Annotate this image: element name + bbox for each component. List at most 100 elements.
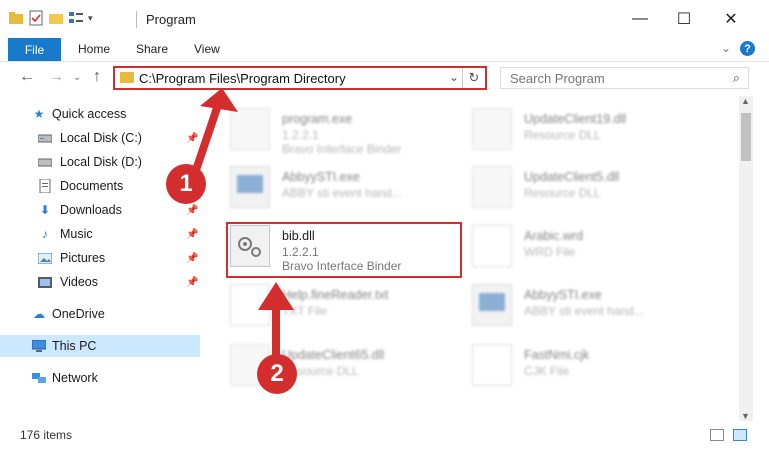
minimize-button[interactable]: — <box>630 10 650 28</box>
tab-home[interactable]: Home <box>78 42 110 56</box>
expand-ribbon-icon[interactable]: ⌄ <box>721 41 731 55</box>
file-type: TXT File <box>282 304 328 318</box>
navigation-bar: ← → ⌄ ↑ C:\Program Files\Program Directo… <box>0 62 769 94</box>
chevron-down-icon[interactable]: ⌄ <box>449 70 459 84</box>
file-name: AbbyySTI.exe <box>524 288 602 302</box>
toolbar-dropdown-icon[interactable]: ▾ <box>88 13 93 24</box>
list-item[interactable]: UpdateClient19.dll Resource DLL <box>472 106 702 152</box>
highlight-box <box>226 222 462 278</box>
file-name: UpdateClient65.dll <box>282 348 385 362</box>
sidebar-item-music[interactable]: ♪ Music 📌 <box>0 223 200 245</box>
pin-icon[interactable]: 📌 <box>186 277 198 288</box>
details-view-button[interactable] <box>710 429 724 441</box>
file-name: UpdateClient19.dll <box>524 112 627 126</box>
navigation-pane: ★ Quick access Local Disk (C:) 📌 Local D… <box>0 96 200 421</box>
file-name: UpdateClient5.dll <box>524 170 620 184</box>
file-type: WRD File <box>524 245 576 259</box>
search-icon[interactable]: ⌕ <box>733 70 740 86</box>
tab-file[interactable]: File <box>8 38 61 61</box>
address-path: C:\Program Files\Program Directory <box>139 71 346 86</box>
large-icons-view-button[interactable] <box>733 429 747 441</box>
file-thumbnail <box>472 166 512 208</box>
address-bar[interactable]: C:\Program Files\Program Directory ⌄ ↻ <box>113 66 487 90</box>
scroll-up-icon[interactable]: ▲ <box>741 96 750 106</box>
file-thumbnail <box>472 284 512 326</box>
pin-icon[interactable]: 📌 <box>186 205 198 216</box>
pin-icon[interactable]: 📌 <box>186 133 198 144</box>
download-icon: ⬇ <box>39 203 51 217</box>
file-type: ABBY sti event hand... <box>282 186 402 200</box>
sidebar-item-onedrive[interactable]: ☁ OneDrive <box>0 303 200 325</box>
sidebar-item-label: Documents <box>60 179 124 193</box>
list-item[interactable]: AbbyySTI.exe ABBY sti event hand... <box>472 282 702 328</box>
network-icon <box>32 372 46 385</box>
properties-icon[interactable] <box>28 10 44 26</box>
forward-icon[interactable]: → <box>48 68 64 86</box>
file-type: CJK File <box>524 364 570 378</box>
view-options-icon[interactable] <box>68 10 84 26</box>
file-type: ABBY sti event hand... <box>524 304 644 318</box>
tab-share[interactable]: Share <box>136 42 168 56</box>
file-type: Resource DLL <box>524 186 601 200</box>
file-thumbnail <box>230 284 270 326</box>
sidebar-item-this-pc[interactable]: This PC <box>0 335 200 357</box>
sidebar-item-network[interactable]: Network <box>0 367 200 389</box>
up-icon[interactable]: ↑ <box>93 68 101 86</box>
sidebar-item-pictures[interactable]: Pictures 📌 <box>0 247 200 269</box>
file-description: Bravo Interface Binder <box>282 142 402 156</box>
sidebar-item-label: Local Disk (D:) <box>60 155 142 169</box>
back-icon[interactable]: ← <box>19 68 35 86</box>
maximize-button[interactable]: ☐ <box>674 10 694 28</box>
videos-icon <box>38 276 52 289</box>
sidebar-item-quick-access[interactable]: ★ Quick access <box>0 103 200 125</box>
file-name: FastNmi.cjk <box>524 348 590 362</box>
sidebar-item-label: Pictures <box>60 251 106 265</box>
documents-icon <box>38 179 52 193</box>
file-version: 1.2.2.1 <box>282 128 319 142</box>
pin-icon[interactable]: 📌 <box>186 229 198 240</box>
list-item[interactable]: Help.fineReader.txt TXT File <box>230 282 460 328</box>
file-thumbnail <box>472 108 512 150</box>
scrollbar-thumb[interactable] <box>741 113 751 161</box>
search-input[interactable] <box>508 70 712 87</box>
quick-access-toolbar: ▾ <box>8 10 93 26</box>
recent-locations-icon[interactable]: ⌄ <box>73 72 81 83</box>
refresh-icon[interactable]: ↻ <box>462 68 485 88</box>
list-item[interactable]: AbbyySTI.exe ABBY sti event hand... <box>230 164 460 210</box>
file-thumbnail <box>230 166 270 208</box>
callout-step-2: 2 <box>257 354 297 394</box>
close-button[interactable]: ✕ <box>721 10 741 28</box>
callout-step-1: 1 <box>166 164 206 204</box>
sidebar-item-label: Videos <box>60 275 98 289</box>
list-item[interactable]: Arabic.wrd WRD File <box>472 223 702 269</box>
folder-icon[interactable] <box>8 10 24 26</box>
file-thumbnail <box>472 225 512 267</box>
music-icon: ♪ <box>42 227 48 241</box>
list-item[interactable]: UpdateClient5.dll Resource DLL <box>472 164 702 210</box>
file-type: Resource DLL <box>524 128 601 142</box>
file-name: program.exe <box>282 112 353 126</box>
file-name: Arabic.wrd <box>524 229 584 243</box>
folder-icon <box>120 72 134 83</box>
search-box[interactable]: ⌕ <box>500 67 749 89</box>
cloud-icon: ☁ <box>33 307 45 321</box>
title-bar: ▾ Program — ☐ ✕ <box>0 0 769 38</box>
tab-view[interactable]: View <box>194 42 220 56</box>
star-icon: ★ <box>33 107 45 121</box>
scroll-down-icon[interactable]: ▼ <box>741 411 750 421</box>
sidebar-item-local-disk-d[interactable]: Local Disk (D:) <box>0 151 200 173</box>
sidebar-item-label: Music <box>60 227 93 241</box>
file-name: AbbyySTI.exe <box>282 170 360 184</box>
list-item[interactable]: FastNmi.cjk CJK File <box>472 342 702 388</box>
list-item[interactable]: program.exe 1.2.2.1 Bravo Interface Bind… <box>230 106 460 156</box>
new-folder-icon[interactable] <box>48 10 64 26</box>
sidebar-item-downloads[interactable]: ⬇ Downloads 📌 <box>0 199 200 221</box>
window-title: Program <box>146 12 196 27</box>
vertical-scrollbar[interactable]: ▲ ▼ <box>739 96 753 421</box>
file-thumbnail <box>472 344 512 386</box>
sidebar-item-local-disk-c[interactable]: Local Disk (C:) 📌 <box>0 127 200 149</box>
pin-icon[interactable]: 📌 <box>186 253 198 264</box>
help-button[interactable]: ? <box>740 41 755 56</box>
sidebar-item-videos[interactable]: Videos 📌 <box>0 271 200 293</box>
pictures-icon <box>38 252 52 265</box>
